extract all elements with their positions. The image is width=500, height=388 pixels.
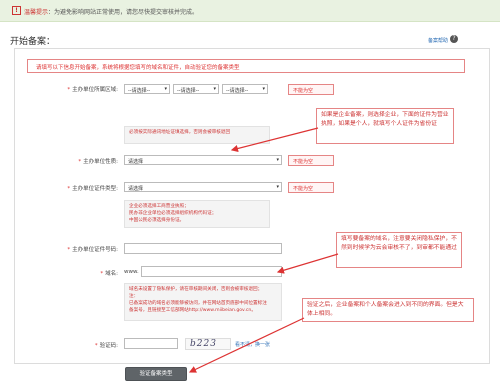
domain-input[interactable]	[141, 266, 282, 277]
captcha-label: * 验证码:	[94, 343, 118, 349]
cert-type-hint: 企业必须选择工商营业执照； 民办非企业单位必须选择组织机构代码证； 中国公民必须…	[124, 200, 270, 228]
captcha-refresh-link[interactable]: 看不清，换一张	[235, 341, 270, 348]
cert-type-label: * 主办单位证件类型:	[67, 186, 118, 192]
help-link[interactable]: 备案帮助	[428, 37, 448, 44]
domain-note-callout: 填写要备案的域名，注意要关闭隐私保护，不然到时候学为云会审核不了，到审都不能通过	[336, 232, 462, 268]
nature-label: * 主办单位性质:	[78, 159, 118, 165]
cert-number-input[interactable]	[124, 243, 282, 254]
cert-note-callout: 如果是企业备案，则选择企业，下面的证件为营业执照，如果是个人，就填写个人证件为省…	[316, 108, 454, 144]
region-hint: 必须按实际通讯地址证填选择，否则会被审核退回	[124, 126, 270, 144]
cert-type-error: 不能为空	[288, 182, 334, 193]
captcha-image[interactable]: b223	[185, 338, 231, 350]
chevron-down-icon: ▾	[164, 86, 167, 92]
cert-number-label: * 主办单位证件号码:	[67, 247, 118, 253]
region-label: * 主办单位所属区域:	[67, 87, 118, 93]
tip-label: 温馨提示	[24, 9, 49, 16]
tip-text: 温馨提示：为避免影响网站正常使用，请您尽快提交审核并完成。	[24, 9, 199, 16]
domain-prefix: www.	[124, 269, 139, 275]
tip-bar: ! 温馨提示：为避免影响网站正常使用，请您尽快提交审核并完成。	[0, 0, 500, 22]
notice-box: 请填写以下信息开始备案，系统将根据您填写的域名和证件，自动验证您的备案类型	[27, 59, 465, 73]
domain-label: * 域名:	[100, 271, 118, 277]
chevron-down-icon: ▾	[213, 86, 216, 92]
notice-text: 请填写以下信息开始备案，系统将根据您填写的域名和证件，自动验证您的备案类型	[36, 65, 240, 71]
page-title: 开始备案：	[10, 37, 56, 47]
tip-message: 为避免影响网站正常使用，请您尽快提交审核并完成。	[54, 9, 199, 16]
chevron-down-icon: ▾	[276, 184, 279, 190]
region-error: 不能为空	[288, 84, 334, 95]
domain-hint: 域名未设置了隐私保护，请在审核期间关闭，否则会被审核退回； 注： 已备案成功的域…	[124, 283, 282, 321]
verify-note-callout: 验证之后，企业备案和个人备案会进入到不同的界面。但是大体上相同。	[302, 298, 474, 322]
cert-type-select[interactable]: 请选择 ▾	[124, 182, 282, 192]
verify-submit-button[interactable]: 验证备案类型	[125, 367, 187, 381]
province-select[interactable]: --请选择-- ▾	[124, 84, 170, 94]
warning-icon: !	[12, 6, 21, 15]
nature-select[interactable]: 请选择 ▾	[124, 155, 282, 165]
city-select[interactable]: --请选择-- ▾	[173, 84, 219, 94]
chevron-down-icon: ▾	[276, 157, 279, 163]
district-select[interactable]: --请选择-- ▾	[222, 84, 268, 94]
nature-error: 不能为空	[288, 155, 334, 166]
chevron-down-icon: ▾	[262, 86, 265, 92]
help-icon[interactable]: ?	[450, 35, 458, 43]
captcha-input[interactable]	[124, 338, 178, 349]
